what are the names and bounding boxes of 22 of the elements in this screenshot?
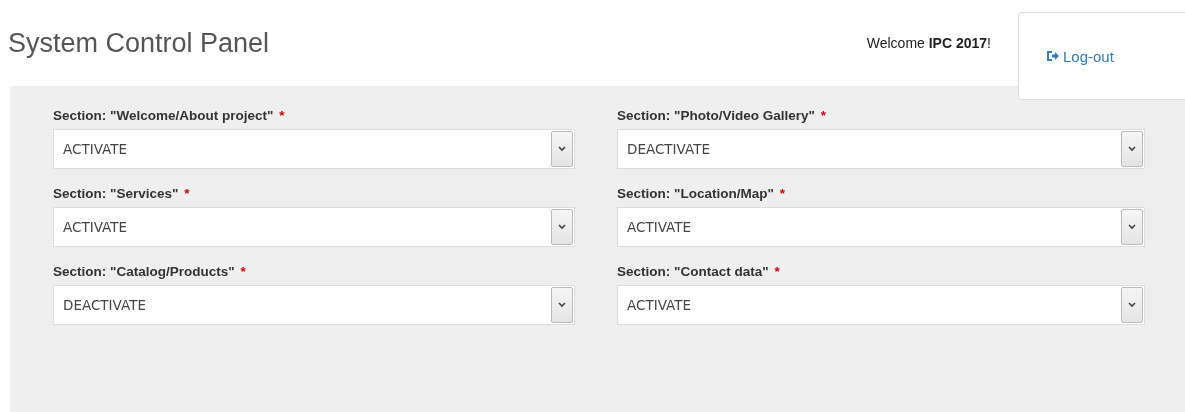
required-mark: * xyxy=(279,108,285,123)
required-mark: * xyxy=(240,264,246,279)
logout-icon xyxy=(1046,50,1059,62)
logout-button[interactable]: Log-out xyxy=(1018,12,1185,100)
field-label: Section: "Photo/Video Gallery" xyxy=(617,108,815,123)
required-mark: * xyxy=(820,108,827,123)
field-label: Section: "Contact data" xyxy=(617,264,769,279)
status-select[interactable]: ACTIVATE xyxy=(617,207,1145,247)
required-mark: * xyxy=(184,186,190,201)
field-label: Section: "Welcome/About project" xyxy=(53,108,274,123)
status-select[interactable]: DEACTIVATE xyxy=(617,129,1145,169)
field-label: Section: "Catalog/Products" xyxy=(53,264,235,279)
welcome-text: Welcome IPC 2017! xyxy=(866,35,991,51)
page-title: System Control Panel xyxy=(8,27,271,59)
status-select[interactable]: ACTIVATE xyxy=(53,129,575,169)
field-label: Section: "Location/Map" xyxy=(617,186,774,201)
field-label: Section: "Services" xyxy=(53,186,179,201)
status-select[interactable]: ACTIVATE xyxy=(53,207,575,247)
required-mark: * xyxy=(779,186,786,201)
status-select[interactable]: ACTIVATE xyxy=(617,285,1145,325)
status-select[interactable]: DEACTIVATE xyxy=(53,285,575,325)
required-mark: * xyxy=(774,264,780,279)
